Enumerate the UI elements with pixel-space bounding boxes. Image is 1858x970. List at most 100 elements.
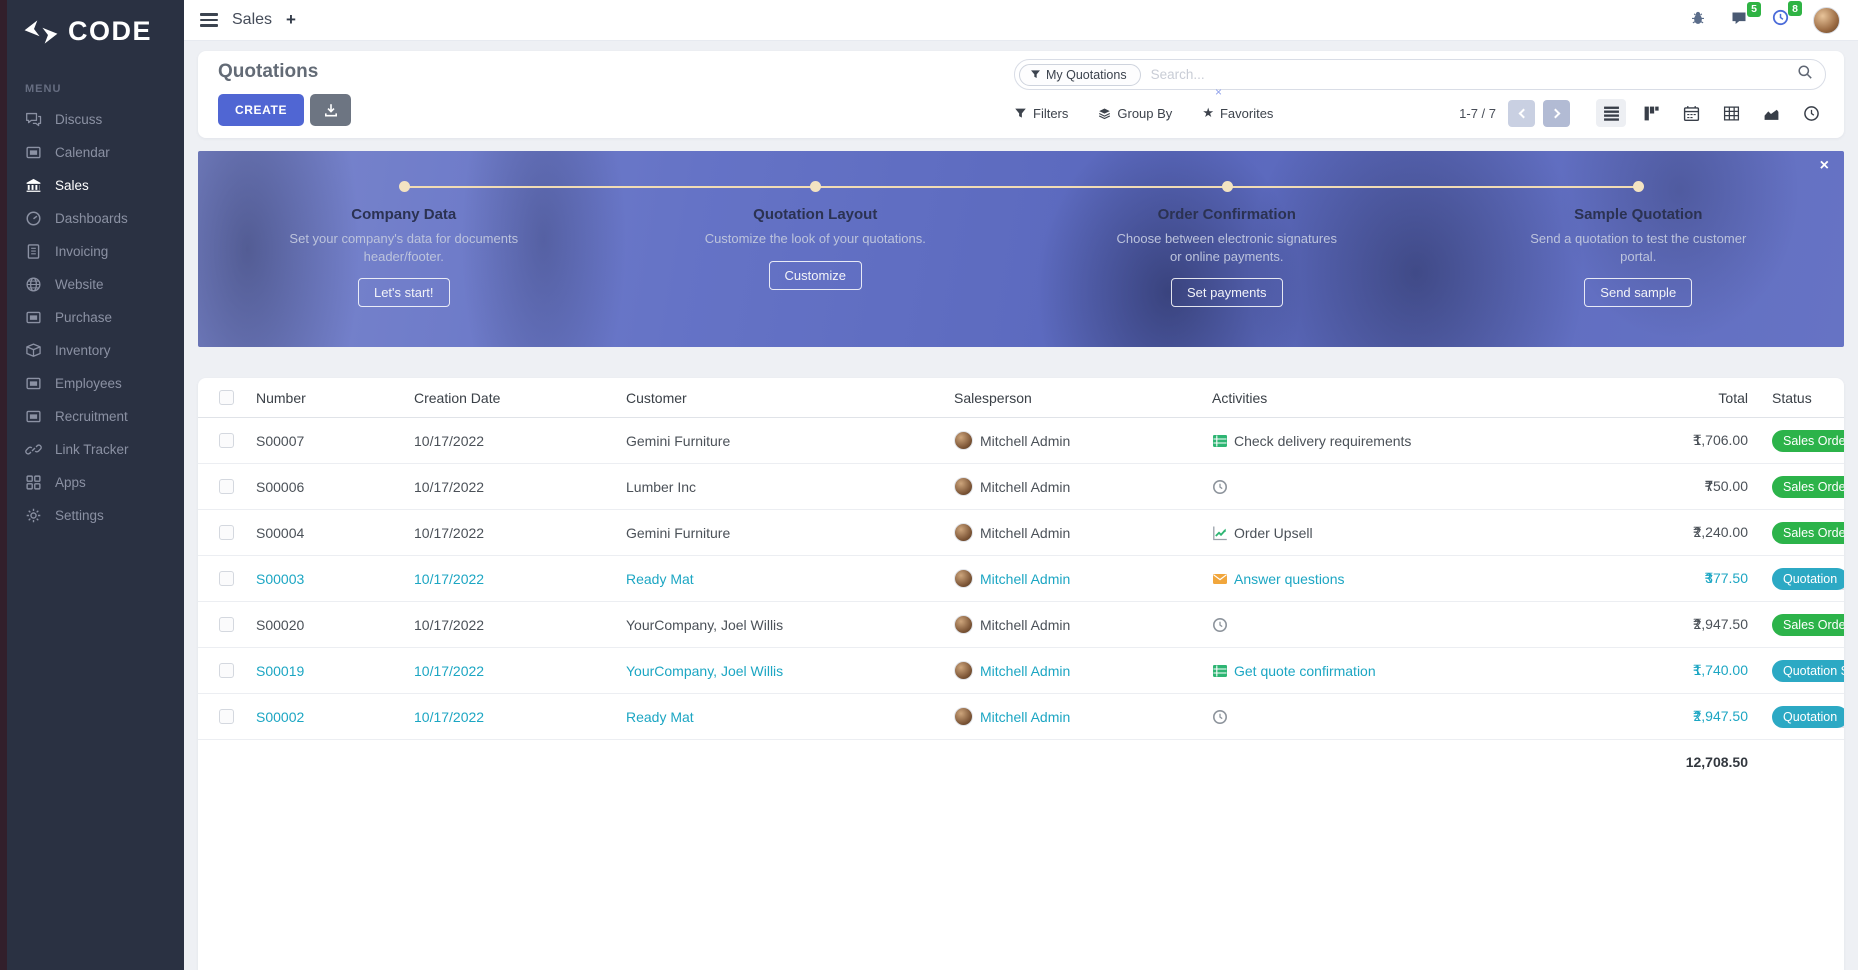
amount-value: 1,706.00 bbox=[1694, 432, 1749, 448]
salesperson-name: Mitchell Admin bbox=[980, 479, 1070, 495]
activity-view-icon bbox=[1803, 105, 1820, 122]
activity-cell[interactable] bbox=[1210, 709, 1590, 725]
sidebar-item-apps[interactable]: Apps bbox=[7, 466, 184, 499]
sidebar-item-label: Inventory bbox=[55, 343, 111, 358]
table-row[interactable]: S00019 10/17/2022 YourCompany, Joel Will… bbox=[198, 648, 1844, 694]
user-avatar[interactable] bbox=[1813, 7, 1840, 34]
hamburger-menu-icon[interactable] bbox=[200, 10, 218, 30]
row-checkbox[interactable] bbox=[219, 617, 234, 632]
group-by-button[interactable]: Group By bbox=[1098, 106, 1172, 121]
select-all-checkbox[interactable] bbox=[219, 390, 234, 405]
row-checkbox[interactable] bbox=[219, 525, 234, 540]
sidebar-item-website[interactable]: Website bbox=[7, 268, 184, 301]
app-logo[interactable]: CODE bbox=[7, 0, 184, 61]
current-app-name[interactable]: Sales bbox=[232, 11, 272, 29]
debug-bug-icon[interactable] bbox=[1690, 10, 1706, 31]
pivot-view-button[interactable] bbox=[1716, 99, 1746, 127]
header-number[interactable]: Number bbox=[254, 390, 412, 406]
header-creation-date[interactable]: Creation Date bbox=[412, 390, 624, 406]
row-checkbox[interactable] bbox=[219, 433, 234, 448]
calendar-view-button[interactable] bbox=[1676, 99, 1706, 127]
table-row[interactable]: S00002 10/17/2022 Ready Mat Mitchell Adm… bbox=[198, 694, 1844, 740]
customize-button[interactable]: Customize bbox=[769, 261, 862, 290]
favorites-button[interactable]: ★ Favorites bbox=[1202, 106, 1273, 121]
sidebar-item-employees[interactable]: Employees bbox=[7, 367, 184, 400]
creation-date: 10/17/2022 bbox=[412, 525, 624, 541]
graph-view-button[interactable] bbox=[1756, 99, 1786, 127]
clock-activity-icon[interactable] bbox=[1212, 479, 1228, 495]
chevron-left-icon bbox=[1518, 108, 1528, 118]
activity-cell[interactable] bbox=[1210, 617, 1590, 633]
header-activities[interactable]: Activities bbox=[1210, 390, 1590, 406]
sidebar-item-label: Dashboards bbox=[55, 211, 128, 226]
filter-chip-my-quotations[interactable]: My Quotations bbox=[1019, 64, 1141, 86]
activity-cell[interactable]: Check delivery requirements bbox=[1210, 433, 1590, 449]
sidebar-item-dashboards[interactable]: Dashboards bbox=[7, 202, 184, 235]
step-title: Order Confirmation bbox=[1021, 206, 1433, 223]
header-total[interactable]: Total bbox=[1590, 390, 1750, 406]
search-icon[interactable] bbox=[1797, 64, 1813, 85]
activity-view-button[interactable] bbox=[1796, 99, 1826, 127]
activity-cell[interactable]: Order Upsell bbox=[1210, 525, 1590, 541]
sidebar-item-link-tracker[interactable]: Link Tracker bbox=[7, 433, 184, 466]
sidebar-item-label: Sales bbox=[55, 178, 89, 193]
activities-clock-icon[interactable]: 8 bbox=[1772, 9, 1789, 31]
table-row[interactable]: S00007 10/17/2022 Gemini Furniture Mitch… bbox=[198, 418, 1844, 464]
messages-icon[interactable]: 5 bbox=[1730, 10, 1748, 31]
sidebar-item-calendar[interactable]: Calendar bbox=[7, 136, 184, 169]
sidebar-item-inventory[interactable]: Inventory bbox=[7, 334, 184, 367]
salesperson-name: Mitchell Admin bbox=[980, 433, 1070, 449]
sidebar-item-invoicing[interactable]: Invoicing bbox=[7, 235, 184, 268]
status-badge: Sales Order bbox=[1772, 522, 1844, 544]
search-input[interactable] bbox=[1151, 67, 1797, 82]
activity-cell[interactable] bbox=[1210, 479, 1590, 495]
header-salesperson[interactable]: Salesperson bbox=[952, 390, 1210, 406]
row-checkbox[interactable] bbox=[219, 709, 234, 724]
table-row[interactable]: S00003 10/17/2022 Ready Mat Mitchell Adm… bbox=[198, 556, 1844, 602]
activity-label: Order Upsell bbox=[1234, 525, 1313, 541]
salesperson-avatar bbox=[954, 477, 973, 496]
chart-activity-icon bbox=[1212, 525, 1228, 541]
list-view-button[interactable] bbox=[1596, 99, 1626, 127]
graph-view-icon bbox=[1763, 105, 1780, 122]
sales-icon bbox=[25, 177, 42, 194]
list-view-icon bbox=[1603, 105, 1620, 122]
view-switcher bbox=[1596, 99, 1826, 127]
chip-remove-icon[interactable]: × bbox=[1215, 85, 1222, 99]
sidebar-item-purchase[interactable]: Purchase bbox=[7, 301, 184, 334]
sidebar-item-discuss[interactable]: Discuss bbox=[7, 103, 184, 136]
activity-cell[interactable]: Answer questions bbox=[1210, 571, 1590, 587]
banner-close-icon[interactable]: × bbox=[1820, 158, 1829, 174]
pager-next-button[interactable] bbox=[1543, 100, 1570, 127]
sidebar-item-sales[interactable]: Sales bbox=[7, 169, 184, 202]
header-status[interactable]: Status bbox=[1750, 390, 1844, 406]
set-payments-button[interactable]: Set payments bbox=[1171, 278, 1283, 307]
pager-previous-button[interactable] bbox=[1508, 100, 1535, 127]
kanban-view-button[interactable] bbox=[1636, 99, 1666, 127]
pivot-view-icon bbox=[1723, 105, 1740, 122]
clock-activity-icon[interactable] bbox=[1212, 617, 1228, 633]
table-row[interactable]: S00006 10/17/2022 Lumber Inc Mitchell Ad… bbox=[198, 464, 1844, 510]
filters-button[interactable]: Filters bbox=[1014, 106, 1068, 121]
new-tab-button[interactable]: + bbox=[286, 10, 296, 30]
sidebar-item-settings[interactable]: Settings bbox=[7, 499, 184, 532]
header-customer[interactable]: Customer bbox=[624, 390, 952, 406]
row-checkbox[interactable] bbox=[219, 663, 234, 678]
row-checkbox[interactable] bbox=[219, 479, 234, 494]
page-title: Quotations bbox=[218, 61, 351, 83]
sidebar-item-label: Invoicing bbox=[55, 244, 108, 259]
clock-activity-icon[interactable] bbox=[1212, 709, 1228, 725]
recruitment-icon bbox=[25, 408, 42, 425]
onboarding-banner: × Company Data Set your company's data f… bbox=[198, 151, 1844, 347]
table-row[interactable]: S00004 10/17/2022 Gemini Furniture Mitch… bbox=[198, 510, 1844, 556]
search-bar[interactable]: My Quotations × bbox=[1014, 59, 1826, 90]
activity-cell[interactable]: Get quote confirmation bbox=[1210, 663, 1590, 679]
sidebar-item-recruitment[interactable]: Recruitment bbox=[7, 400, 184, 433]
employees-icon bbox=[25, 375, 42, 392]
lets-start-button[interactable]: Let's start! bbox=[358, 278, 450, 307]
export-download-button[interactable] bbox=[310, 94, 351, 126]
table-row[interactable]: S00020 10/17/2022 YourCompany, Joel Will… bbox=[198, 602, 1844, 648]
send-sample-button[interactable]: Send sample bbox=[1584, 278, 1692, 307]
row-checkbox[interactable] bbox=[219, 571, 234, 586]
create-button[interactable]: CREATE bbox=[218, 94, 304, 126]
